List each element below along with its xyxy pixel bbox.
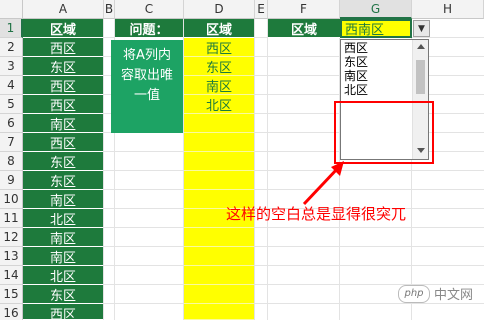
cell-d1[interactable]: 区域 <box>184 19 254 38</box>
note-line-1: 将A列内 <box>123 48 171 63</box>
gridline <box>254 19 255 320</box>
cell-d9[interactable] <box>184 171 254 190</box>
col-header-f[interactable]: F <box>268 0 340 19</box>
cell-a10[interactable]: 南区 <box>23 190 103 209</box>
cell-c1-question[interactable]: 问题： <box>115 19 183 38</box>
gridline <box>267 19 268 320</box>
col-header-g[interactable]: G <box>340 0 412 19</box>
cell-d15[interactable] <box>184 285 254 304</box>
cell-a11[interactable]: 北区 <box>23 209 103 228</box>
cell-d5[interactable]: 北区 <box>184 95 254 114</box>
cell-a9[interactable]: 东区 <box>23 171 103 190</box>
row-header-10[interactable]: 10 <box>0 190 23 209</box>
cell-a2[interactable]: 西区 <box>23 38 103 57</box>
col-header-c[interactable]: C <box>115 0 184 19</box>
question-note-box: 将A列内 容取出唯 一值 <box>111 40 183 133</box>
col-header-h[interactable]: H <box>412 0 484 19</box>
col-header-a[interactable]: A <box>23 0 104 19</box>
cell-a16[interactable]: 西区 <box>23 304 103 320</box>
col-header-b[interactable]: B <box>104 0 115 19</box>
annotation-text: 这样的空白总是显得很突兀 <box>226 205 407 223</box>
row-header-5[interactable]: 5 <box>0 95 23 114</box>
row-header-15[interactable]: 15 <box>0 285 23 304</box>
blank-area-highlight <box>334 101 434 164</box>
col-header-e[interactable]: E <box>255 0 268 19</box>
cell-a3[interactable]: 东区 <box>23 57 103 76</box>
cell-d2[interactable]: 西区 <box>184 38 254 57</box>
php-logo-icon: php <box>398 284 430 303</box>
scrollbar-thumb[interactable] <box>416 60 425 94</box>
watermark: php 中文网 <box>398 284 473 303</box>
row-header-2[interactable]: 2 <box>0 38 23 57</box>
row-header-9[interactable]: 9 <box>0 171 23 190</box>
cell-d13[interactable] <box>184 247 254 266</box>
select-all-corner[interactable] <box>0 0 23 19</box>
row-header-11[interactable]: 11 <box>0 209 23 228</box>
cell-f1[interactable]: 区域 <box>268 19 340 38</box>
cell-a15[interactable]: 东区 <box>23 285 103 304</box>
cell-d8[interactable] <box>184 152 254 171</box>
red-arrow-icon <box>302 161 344 206</box>
row-header-14[interactable]: 14 <box>0 266 23 285</box>
dropdown-option-east[interactable]: 东区 <box>344 55 368 69</box>
gridline <box>103 19 104 320</box>
dropdown-option-north[interactable]: 北区 <box>344 83 368 97</box>
cell-d16[interactable] <box>184 304 254 320</box>
cell-a8[interactable]: 东区 <box>23 152 103 171</box>
cell-a1[interactable]: 区域 <box>23 19 103 38</box>
cell-a4[interactable]: 西区 <box>23 76 103 95</box>
note-line-3: 一值 <box>133 88 160 103</box>
cell-a14[interactable]: 北区 <box>23 266 103 285</box>
row-header-8[interactable]: 8 <box>0 152 23 171</box>
chevron-down-icon: ▼ <box>418 23 425 34</box>
cell-d3[interactable]: 东区 <box>184 57 254 76</box>
cell-d6[interactable] <box>184 114 254 133</box>
col-header-d[interactable]: D <box>184 0 255 19</box>
row-header-4[interactable]: 4 <box>0 76 23 95</box>
cell-a7[interactable]: 西区 <box>23 133 103 152</box>
cell-a5[interactable]: 西区 <box>23 95 103 114</box>
cell-d7[interactable] <box>184 133 254 152</box>
row-header-6[interactable]: 6 <box>0 114 23 133</box>
row-header-7[interactable]: 7 <box>0 133 23 152</box>
row-header-3[interactable]: 3 <box>0 57 23 76</box>
cell-d4[interactable]: 南区 <box>184 76 254 95</box>
cell-d12[interactable] <box>184 228 254 247</box>
dropdown-option-west[interactable]: 西区 <box>344 41 368 55</box>
row-header-16[interactable]: 16 <box>0 304 23 320</box>
dropdown-arrow-button[interactable]: ▼ <box>413 20 430 37</box>
cell-a6[interactable]: 南区 <box>23 114 103 133</box>
cell-a12[interactable]: 南区 <box>23 228 103 247</box>
scroll-up-icon[interactable] <box>417 44 425 49</box>
cell-g1-selected[interactable]: 西南区 <box>340 19 412 38</box>
row-header-1[interactable]: 1 <box>0 19 23 38</box>
row-header-12[interactable]: 12 <box>0 228 23 247</box>
row-header-13[interactable]: 13 <box>0 247 23 266</box>
cell-a13[interactable]: 南区 <box>23 247 103 266</box>
cell-d14[interactable] <box>184 266 254 285</box>
spreadsheet: A B C D E F G H 1 2 3 4 5 6 7 8 9 10 11 … <box>0 0 484 320</box>
note-line-2: 容取出唯 <box>120 68 173 83</box>
watermark-text: 中文网 <box>434 288 474 303</box>
dropdown-option-south[interactable]: 南区 <box>344 69 368 83</box>
